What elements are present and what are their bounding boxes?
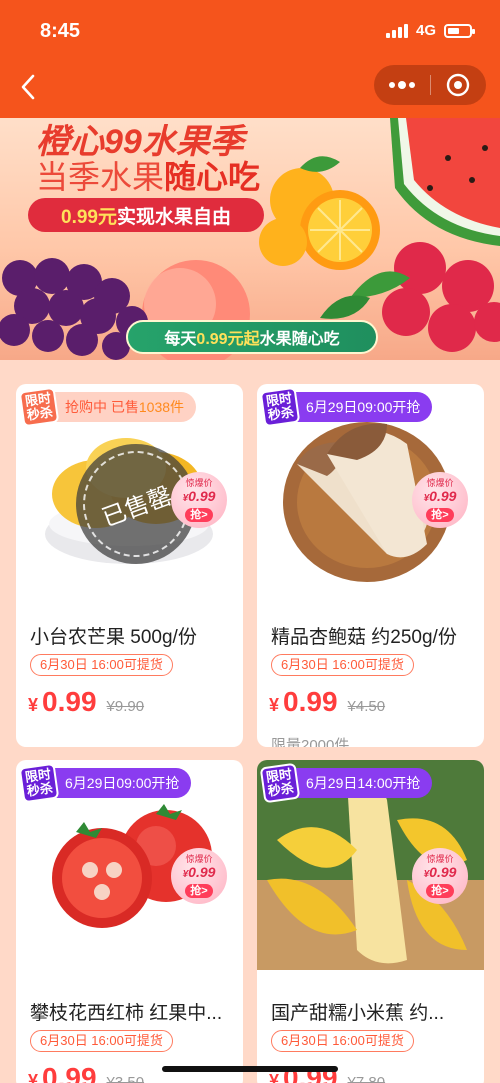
product-title: 攀枝花西红柿 红果中...	[30, 1003, 223, 1024]
mini-program-capsule	[374, 65, 486, 105]
original-price: ¥9.90	[106, 698, 145, 715]
banner-promo-pill: 0.99元 实现水果自由	[28, 198, 264, 232]
product-card[interactable]: 限时 秒杀 6月29日09:00开抢 惊爆价 ¥0.99 抢> 精品杏鲍菇 约25…	[257, 384, 484, 747]
flash-sale-badge: 限时 秒杀	[18, 762, 60, 804]
pickup-tag: 6月30日 16:00可提货	[30, 1030, 173, 1052]
status-indicators: 4G	[385, 22, 475, 39]
sale-status-tag: 限时 秒杀 6月29日09:00开抢	[259, 386, 433, 428]
home-indicator[interactable]	[162, 1066, 338, 1072]
current-price: 0.99	[42, 1062, 97, 1083]
flash-sale-badge: 限时 秒杀	[259, 386, 301, 428]
more-dots-icon	[388, 81, 415, 89]
product-card[interactable]: 已售罄 限时 秒杀 抢购中 已售 1038件 惊爆价 ¥0.99 抢> 小台农芒果 …	[16, 384, 243, 747]
sale-status-tag: 限时 秒杀 6月29日09:00开抢	[18, 762, 192, 804]
product-card[interactable]: 限时 秒杀 6月29日14:00开抢 惊爆价 ¥0.99 抢> 国产甜糯小米蕉 约…	[257, 760, 484, 1083]
banner-strip: 每天 0.99元起 水果随心吃	[126, 320, 378, 354]
status-time: 8:45	[40, 20, 81, 42]
flash-price-badge: 惊爆价 ¥0.99 抢>	[412, 848, 468, 904]
current-price: 0.99	[42, 686, 97, 717]
original-price: ¥7.80	[347, 1074, 386, 1083]
sale-status-tag: 限时 秒杀 抢购中 已售 1038件	[18, 386, 197, 428]
product-title: 小台农芒果 500g/份	[30, 627, 197, 648]
signal-icon	[385, 23, 408, 38]
price-row: ¥ 0.99 ¥3.50	[28, 1062, 144, 1083]
back-button[interactable]	[16, 72, 40, 102]
flash-sale-badge: 限时 秒杀	[259, 762, 301, 804]
chevron-left-icon	[21, 74, 35, 100]
product-title: 国产甜糯小米蕉 约...	[271, 1003, 445, 1024]
target-circle-icon	[447, 73, 470, 97]
promo-banner[interactable]: 橙心99水果季 当季水果随心吃 0.99元 实现水果自由 每天 0.99元起 水果随…	[0, 118, 500, 360]
product-card[interactable]: 限时 秒杀 6月29日09:00开抢 惊爆价 ¥0.99 抢> 攀枝花西红柿 红果…	[16, 760, 243, 1083]
limit-quantity: 限量2000件	[271, 737, 350, 747]
original-price: ¥3.50	[106, 1074, 145, 1083]
original-price: ¥4.50	[347, 698, 386, 715]
banner-subtitle: 当季水果随心吃	[36, 159, 261, 195]
price-row: ¥ 0.99 ¥4.50	[269, 686, 386, 717]
flash-price-badge: 惊爆价 ¥0.99 抢>	[171, 472, 227, 528]
close-button[interactable]	[430, 65, 486, 105]
flash-price-badge: 惊爆价 ¥0.99 抢>	[171, 848, 227, 904]
top-bar: 8:45 4G	[0, 0, 500, 118]
current-price: 0.99	[283, 686, 338, 717]
flash-sale-badge: 限时 秒杀	[18, 386, 60, 428]
more-button[interactable]	[374, 65, 430, 105]
pickup-tag: 6月30日 16:00可提货	[271, 654, 414, 676]
pickup-tag: 6月30日 16:00可提货	[30, 654, 173, 676]
pickup-tag: 6月30日 16:00可提货	[271, 1030, 414, 1052]
battery-icon	[444, 23, 475, 38]
price-row: ¥ 0.99 ¥9.90	[28, 686, 145, 717]
sale-status-tag: 限时 秒杀 6月29日14:00开抢	[259, 762, 433, 804]
product-title: 精品杏鲍菇 约250g/份	[271, 627, 457, 648]
flash-price-badge: 惊爆价 ¥0.99 抢>	[412, 472, 468, 528]
network-label: 4G	[415, 22, 436, 39]
